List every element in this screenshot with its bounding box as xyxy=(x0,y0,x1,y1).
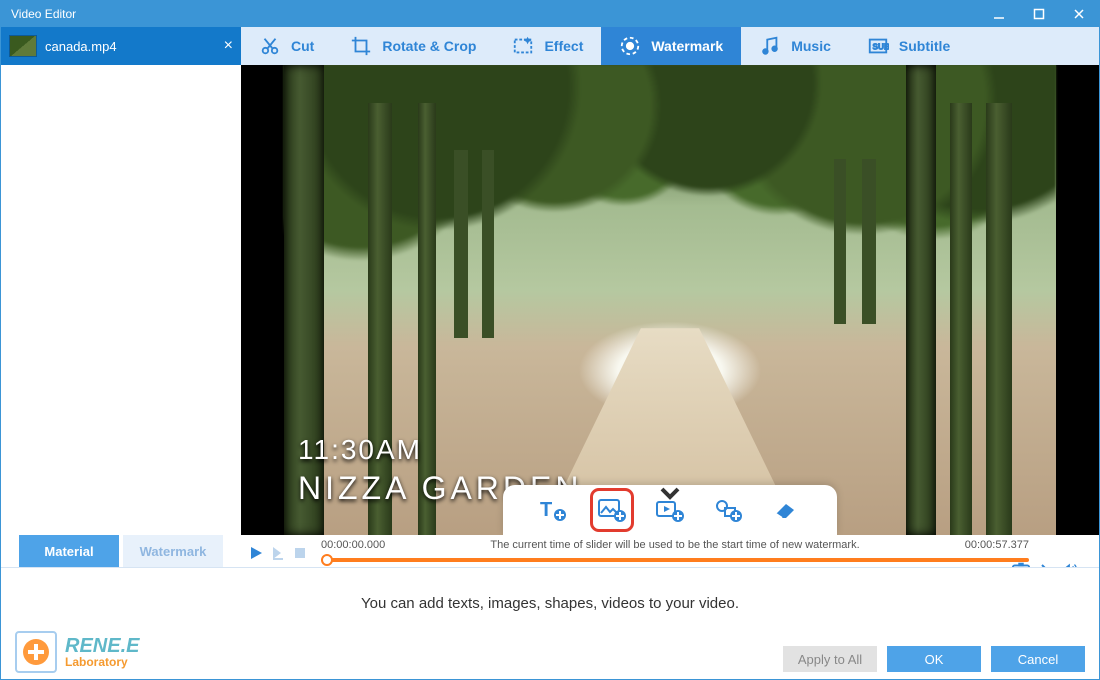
tool-subtitle-label: Subtitle xyxy=(899,38,950,54)
tool-toolbar: Cut Rotate & Crop Effect Watermark Music xyxy=(241,27,1099,65)
slider-thumb[interactable] xyxy=(321,554,333,566)
logo-icon xyxy=(15,631,57,673)
upper-area: canada.mp4 × Material Watermark Cut Rota… xyxy=(1,27,1099,567)
playback-controls xyxy=(247,543,309,563)
main-area: Cut Rotate & Crop Effect Watermark Music xyxy=(241,27,1099,567)
step-button[interactable] xyxy=(269,543,287,563)
add-text-watermark[interactable]: T xyxy=(539,495,569,525)
timeline-hint: The current time of slider will be used … xyxy=(441,539,909,551)
tool-music[interactable]: Music xyxy=(741,27,849,65)
tool-rotate-label: Rotate & Crop xyxy=(382,38,476,54)
video-preview: 11:30AM NIZZA GARDEN T xyxy=(241,65,1099,535)
add-video-watermark[interactable] xyxy=(655,495,685,525)
scissors-icon xyxy=(259,35,281,57)
brand-name: RENE.E xyxy=(65,636,139,656)
file-name: canada.mp4 xyxy=(45,39,216,54)
stop-button[interactable] xyxy=(291,543,309,563)
tool-cut[interactable]: Cut xyxy=(241,27,332,65)
file-tab[interactable]: canada.mp4 × xyxy=(1,27,241,65)
add-image-watermark[interactable] xyxy=(597,495,627,525)
cancel-button[interactable]: Cancel xyxy=(991,646,1085,672)
music-icon xyxy=(759,35,781,57)
close-file-icon[interactable]: × xyxy=(224,37,233,55)
minimize-button[interactable] xyxy=(979,1,1019,27)
sidebar-tabs: Material Watermark xyxy=(1,531,241,567)
apply-all-button[interactable]: Apply to All xyxy=(783,646,877,672)
button-bar: Apply to All OK Cancel xyxy=(1,639,1099,679)
tab-material[interactable]: Material xyxy=(19,535,119,567)
chevron-down-icon xyxy=(656,481,684,505)
video-frame: 11:30AM NIZZA GARDEN T xyxy=(284,65,1056,535)
help-text: You can add texts, images, shapes, video… xyxy=(1,568,1099,639)
crop-icon xyxy=(350,35,372,57)
window-title: Video Editor xyxy=(11,7,979,21)
tool-cut-label: Cut xyxy=(291,38,314,54)
svg-text:SUB: SUB xyxy=(872,43,889,52)
close-window-button[interactable] xyxy=(1059,1,1099,27)
play-button[interactable] xyxy=(247,543,265,563)
add-shape-watermark[interactable] xyxy=(713,495,743,525)
tool-effect[interactable]: Effect xyxy=(494,27,601,65)
title-bar: Video Editor xyxy=(1,1,1099,27)
overlay-line1: 11:30AM xyxy=(298,434,582,466)
time-start: 00:00:00.000 xyxy=(321,539,441,551)
bottom-panel: You can add texts, images, shapes, video… xyxy=(1,567,1099,679)
tool-subtitle[interactable]: SUB Subtitle xyxy=(849,27,968,65)
ok-button[interactable]: OK xyxy=(887,646,981,672)
tool-music-label: Music xyxy=(791,38,831,54)
eraser-icon xyxy=(772,498,800,522)
image-plus-icon xyxy=(598,498,626,522)
watermark-type-bar: T xyxy=(503,485,837,535)
sidebar-content xyxy=(1,65,241,531)
timeline: 00:00:00.000 The current time of slider … xyxy=(241,535,1099,567)
time-end: 00:00:57.377 xyxy=(909,539,1029,551)
subtitle-icon: SUB xyxy=(867,35,889,57)
tab-watermark[interactable]: Watermark xyxy=(123,535,223,567)
brand-logo: RENE.E Laboratory xyxy=(15,631,139,673)
file-thumbnail xyxy=(9,35,37,57)
tool-effect-label: Effect xyxy=(544,38,583,54)
svg-text:T: T xyxy=(540,499,552,521)
shape-plus-icon xyxy=(714,498,742,522)
watermark-icon xyxy=(619,35,641,57)
tool-rotate-crop[interactable]: Rotate & Crop xyxy=(332,27,494,65)
text-plus-icon: T xyxy=(540,498,568,522)
tool-watermark[interactable]: Watermark xyxy=(601,27,741,65)
brand-sub: Laboratory xyxy=(65,656,139,668)
timeline-slider[interactable] xyxy=(321,553,1029,567)
sidebar: canada.mp4 × Material Watermark xyxy=(1,27,241,567)
tool-watermark-label: Watermark xyxy=(651,38,723,54)
effect-icon xyxy=(512,35,534,57)
remove-watermark[interactable] xyxy=(771,495,801,525)
maximize-button[interactable] xyxy=(1019,1,1059,27)
app-window: Video Editor canada.mp4 × Material Water… xyxy=(0,0,1100,680)
